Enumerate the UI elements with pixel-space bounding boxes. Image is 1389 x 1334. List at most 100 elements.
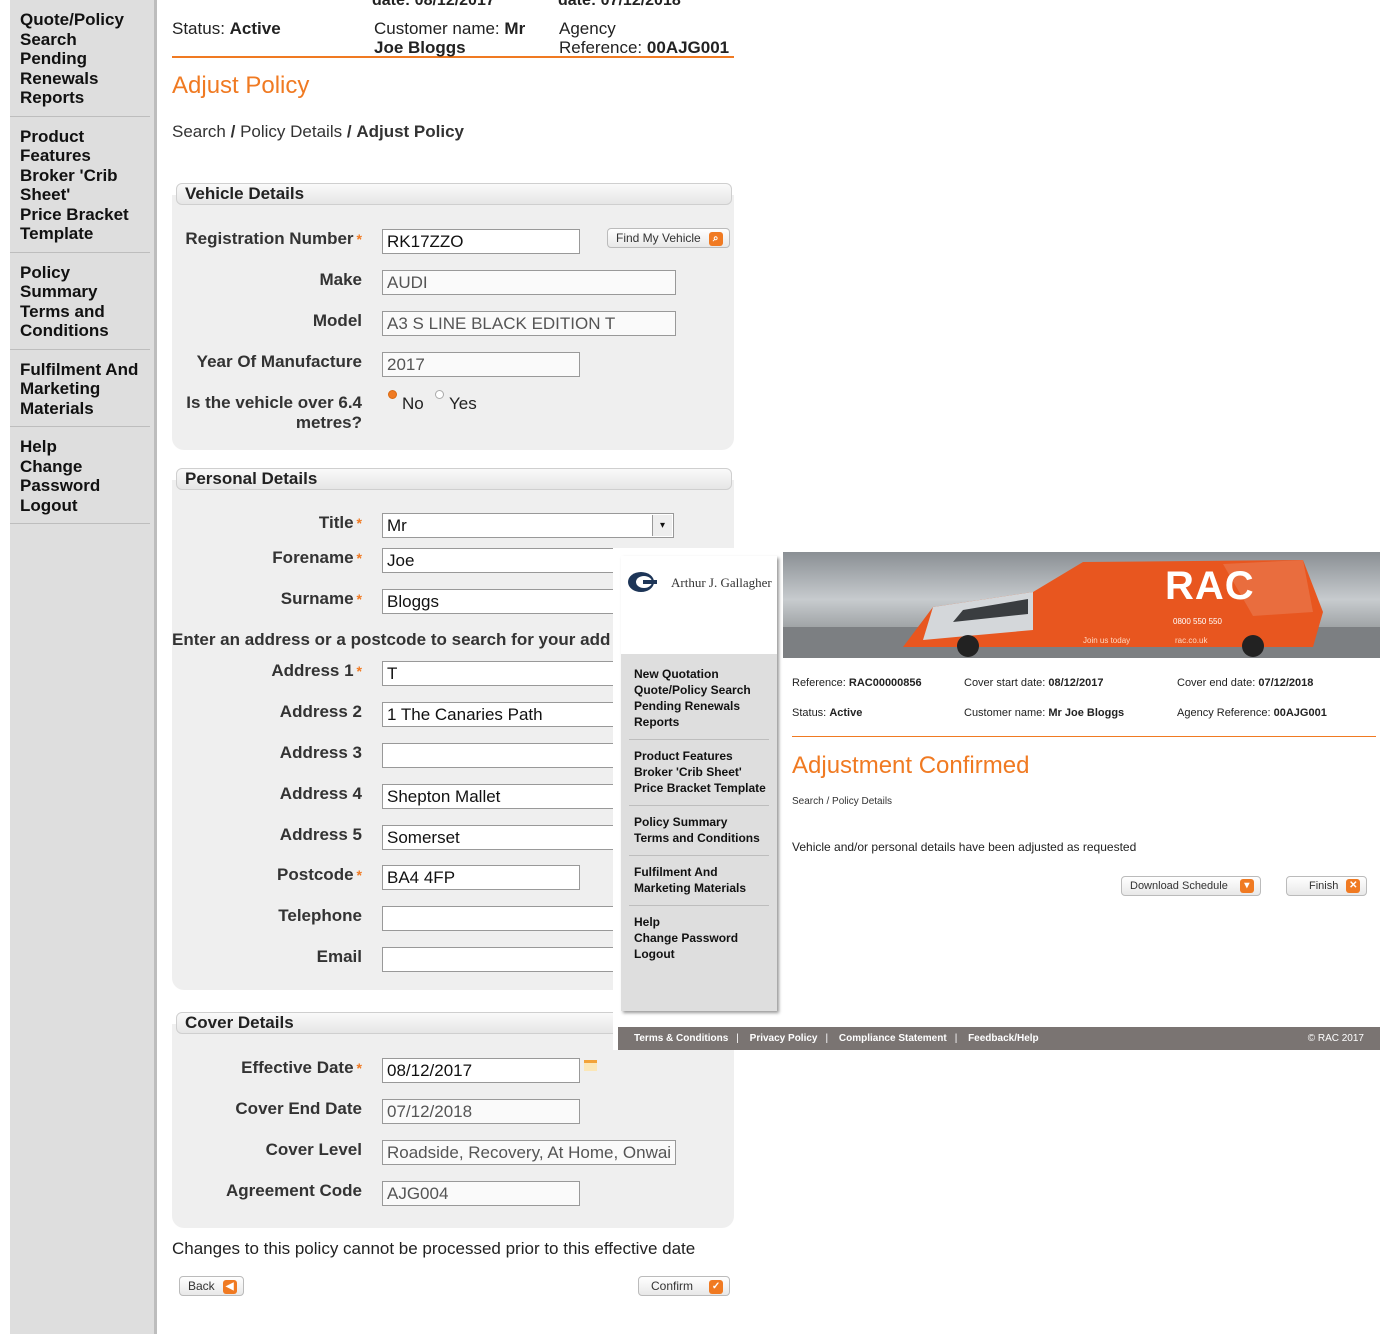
cover-end-date-input[interactable]: 07/12/2018: [382, 1099, 580, 1124]
sidebar-item-reports[interactable]: Reports: [20, 88, 140, 108]
agency-reference-text: Agency Reference: 00AJG001: [559, 19, 730, 57]
policy-status-row: date: 08/12/2017 date: 07/12/2018 Status…: [172, 0, 734, 58]
postcode-label: Postcode *: [277, 865, 362, 884]
title-label: Title *: [318, 513, 362, 532]
telephone-label: Telephone: [278, 906, 362, 925]
sidebar-item-product-features[interactable]: Product Features: [20, 127, 140, 166]
agreement-code-input[interactable]: AJG004: [382, 1181, 580, 1206]
registration-label: Registration Number *: [185, 229, 362, 248]
sidebar-group-summary: Policy Summary Terms and Conditions: [10, 253, 150, 350]
confirmation-message: Vehicle and/or personal details have bee…: [792, 840, 1137, 854]
overlay-breadcrumb-policy-details-link[interactable]: Policy Details: [832, 796, 892, 807]
chevron-down-icon: ▾: [1239, 879, 1254, 894]
gallagher-logo-text: Arthur J. Gallagher: [671, 575, 772, 590]
left-sidebar: Quote/Policy Search Pending Renewals Rep…: [10, 0, 157, 1334]
cover-end-date-label: Cover End Date: [235, 1099, 362, 1118]
overlay-breadcrumb-separator: /: [826, 796, 830, 807]
confirm-button[interactable]: Confirm ✓: [638, 1276, 731, 1296]
page-title: Adjust Policy: [172, 72, 310, 99]
sidebar-item-broker-crib-sheet[interactable]: Broker 'Crib Sheet': [20, 166, 140, 205]
chevron-left-icon: ◀: [222, 1279, 237, 1294]
address4-label: Address 4: [279, 784, 362, 803]
overlay-nav: New Quotation Quote/Policy Search Pendin…: [621, 666, 777, 979]
sidebar-item-quote-policy-search[interactable]: Quote/Policy Search: [20, 10, 140, 49]
surname-label: Surname *: [280, 589, 362, 608]
footer-copyright: © RAC 2017: [1307, 1033, 1364, 1044]
banner-phone: 0800 550 550: [1173, 617, 1222, 626]
sidebar-item-help[interactable]: Help: [20, 437, 140, 457]
overlay-agency-text: Agency Reference: 00AJG001: [1177, 707, 1327, 719]
sidebar-item-fulfilment-marketing[interactable]: Fulfilment And Marketing Materials: [20, 360, 140, 419]
radio-yes[interactable]: [435, 390, 444, 399]
year-input[interactable]: 2017: [382, 352, 580, 377]
calendar-icon[interactable]: [584, 1060, 597, 1071]
year-label: Year Of Manufacture: [196, 352, 362, 371]
overlay-nav-quote-policy-search[interactable]: Quote/Policy Search: [634, 682, 769, 698]
radio-no[interactable]: [388, 390, 397, 399]
title-select[interactable]: Mr ▾: [382, 513, 674, 538]
footer-compliance-link[interactable]: Compliance Statement: [839, 1033, 947, 1044]
finish-button[interactable]: Finish ✕: [1286, 876, 1368, 896]
model-input[interactable]: A3 S LINE BLACK EDITION T: [382, 311, 676, 336]
breadcrumb-separator: /: [230, 122, 236, 141]
overlay-nav-new-quotation[interactable]: New Quotation: [634, 666, 769, 682]
cover-level-label: Cover Level: [265, 1140, 362, 1159]
breadcrumb-search-link[interactable]: Search: [172, 122, 226, 141]
adjustment-confirmed-title: Adjustment Confirmed: [792, 752, 1030, 779]
overlay-nav-product-features[interactable]: Product Features: [634, 748, 769, 764]
sidebar-item-logout[interactable]: Logout: [20, 496, 140, 516]
overlay-nav-logout[interactable]: Logout: [634, 946, 769, 962]
footer-separator: |: [954, 1033, 958, 1044]
gallagher-logo: Arthur J. Gallagher: [621, 556, 777, 654]
overlay-nav-group-product: Product Features Broker 'Crib Sheet' Pri…: [629, 748, 769, 806]
chevron-down-icon[interactable]: ▾: [652, 515, 672, 536]
rac-logo-text: RAC: [1165, 564, 1255, 608]
customer-name-text: Customer name: Mr Joe Bloggs: [374, 19, 526, 57]
sidebar-item-pending-renewals[interactable]: Pending Renewals: [20, 49, 140, 88]
overlay-nav-help[interactable]: Help: [634, 914, 769, 930]
sidebar-item-policy-summary[interactable]: Policy Summary: [20, 263, 140, 302]
footer-feedback-link[interactable]: Feedback/Help: [968, 1033, 1039, 1044]
effective-date-label: Effective Date *: [241, 1058, 362, 1077]
make-input[interactable]: AUDI: [382, 270, 676, 295]
cover-level-input[interactable]: Roadside, Recovery, At Home, Onwai: [382, 1140, 676, 1165]
postcode-input[interactable]: BA4 4FP: [382, 865, 580, 890]
make-label: Make: [319, 270, 362, 289]
cover-start-date-text: Cover start date: 08/12/2017: [964, 677, 1104, 689]
overlay-nav-change-password[interactable]: Change Password: [634, 930, 769, 946]
radio-yes-label: Yes: [449, 394, 477, 413]
overlay-breadcrumb-search-link[interactable]: Search: [792, 796, 824, 807]
overlay-breadcrumb: Search / Policy Details: [792, 796, 892, 807]
footer-privacy-link[interactable]: Privacy Policy: [750, 1033, 818, 1044]
registration-input[interactable]: RK17ZZO: [382, 229, 580, 254]
rac-banner: RAC 0800 550 550 Join us today rac.co.uk: [783, 552, 1380, 658]
sidebar-item-terms-and-conditions[interactable]: Terms and Conditions: [20, 302, 140, 341]
footer-separator: |: [825, 1033, 829, 1044]
footer-terms-link[interactable]: Terms & Conditions: [634, 1033, 728, 1044]
overlay-nav-price-bracket-template[interactable]: Price Bracket Template: [634, 780, 769, 796]
sidebar-group-account: Help Change Password Logout: [10, 427, 150, 524]
download-schedule-button[interactable]: Download Schedule ▾: [1121, 876, 1261, 896]
close-icon: ✕: [1346, 879, 1361, 894]
breadcrumb-policy-details-link[interactable]: Policy Details: [240, 122, 342, 141]
breadcrumb: Search / Policy Details / Adjust Policy: [172, 122, 464, 142]
sidebar-item-change-password[interactable]: Change Password: [20, 457, 140, 496]
search-icon: ⌕: [708, 231, 723, 246]
effective-date-input[interactable]: 08/12/2017: [382, 1058, 580, 1083]
overlay-nav-pending-renewals[interactable]: Pending Renewals: [634, 698, 769, 714]
back-button[interactable]: Back ◀: [179, 1276, 244, 1296]
overlay-nav-fulfilment-marketing[interactable]: Fulfilment And Marketing Materials: [634, 864, 769, 896]
find-my-vehicle-button[interactable]: Find My Vehicle ⌕: [607, 228, 730, 248]
address-hint: Enter an address or a postcode to search…: [172, 630, 611, 649]
overlay-nav-reports[interactable]: Reports: [634, 714, 769, 730]
footer-separator: |: [736, 1033, 739, 1044]
model-label: Model: [312, 311, 362, 330]
address5-label: Address 5: [279, 825, 362, 844]
sidebar-item-price-bracket-template[interactable]: Price Bracket Template: [20, 205, 140, 244]
overlay-nav-policy-summary[interactable]: Policy Summary: [634, 814, 769, 830]
personal-details-heading: Personal Details: [176, 468, 732, 490]
address1-label: Address 1 *: [271, 661, 362, 680]
start-date-text: date: 08/12/2017: [372, 0, 495, 9]
overlay-nav-terms-and-conditions[interactable]: Terms and Conditions: [634, 830, 769, 846]
overlay-nav-broker-crib-sheet[interactable]: Broker 'Crib Sheet': [634, 764, 769, 780]
